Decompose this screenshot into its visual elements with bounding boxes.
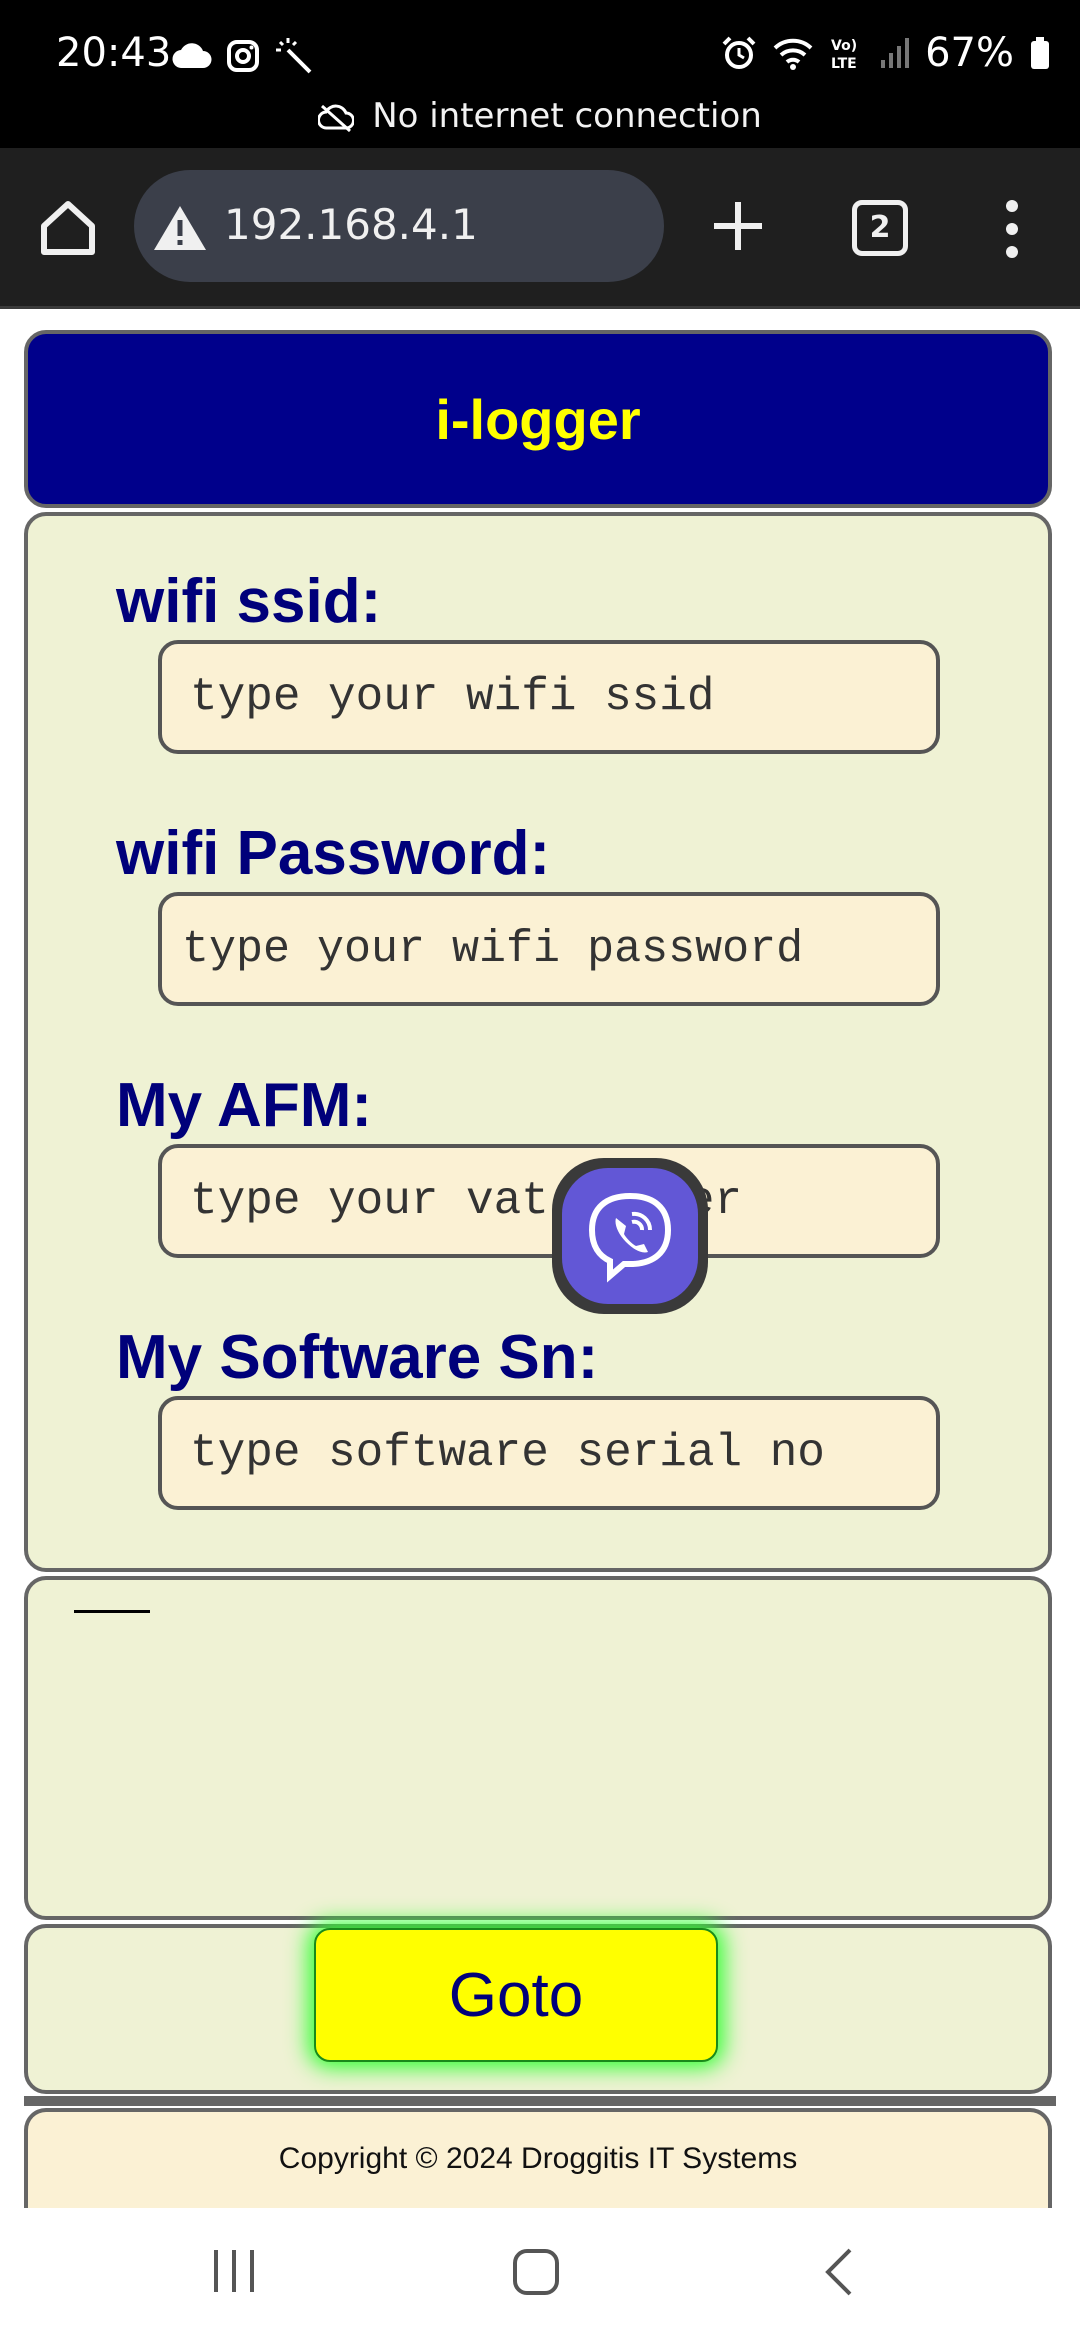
tabs-button[interactable]: 2 [852,200,908,256]
system-nav-bar [0,2208,1080,2340]
viber-icon[interactable] [562,1168,698,1304]
wifi-ssid-input[interactable] [158,640,940,754]
volte-icon: Vo) LTE [831,38,857,71]
status-bar: 20:43 Vo) LTE 67% No internet connection [0,0,1080,148]
wifi-password-label: wifi Password: [116,819,551,888]
connection-notice: No internet connection [0,96,1080,136]
afm-input[interactable] [158,1144,940,1258]
url-text[interactable]: 192.168.4.1 [224,200,478,249]
footer-divider [24,2096,1056,2106]
cloud-off-icon [318,104,355,132]
output-cursor [74,1610,150,1613]
goto-button[interactable]: Goto [314,1928,718,2062]
wifi-password-input[interactable] [158,892,940,1006]
status-time: 20:43 [56,30,172,76]
battery-icon [1031,37,1049,69]
home-nav-icon[interactable] [512,2248,560,2296]
browser-toolbar: 192.168.4.1 2 [0,148,1080,309]
recents-icon[interactable] [212,2248,256,2294]
svg-text:Vo): Vo) [831,38,857,54]
copyright-text: Copyright © 2024 Droggitis IT Systems [278,2142,798,2175]
battery-percent: 67% [925,30,1014,76]
output-area [24,1576,1052,1920]
status-right-icons: Vo) LTE 67% [721,30,1050,76]
svg-text:LTE: LTE [831,56,857,71]
software-sn-input[interactable] [158,1396,940,1510]
viber-chat-bubble[interactable] [552,1158,708,1314]
magic-wand-icon [276,38,312,74]
footer: Copyright © 2024 Droggitis IT Systems [24,2108,1052,2208]
instagram-icon [227,40,259,72]
alarm-icon [722,36,756,69]
status-left-icons [172,36,314,76]
warning-icon[interactable] [152,204,208,252]
more-vert-icon[interactable] [1000,196,1024,262]
wifi-icon [773,38,813,70]
back-icon[interactable] [822,2246,856,2298]
page-header: i-logger [24,330,1052,508]
afm-label: My AFM: [116,1071,372,1140]
cloud-icon [172,43,212,69]
page-title: i-logger [435,387,641,451]
connection-notice-text: No internet connection [372,96,762,136]
signal-icon [881,38,910,68]
address-bar[interactable]: 192.168.4.1 [134,170,664,282]
software-sn-label: My Software Sn: [116,1323,599,1392]
wifi-ssid-label: wifi ssid: [116,567,382,636]
plus-icon[interactable] [706,194,770,258]
home-icon[interactable] [36,196,100,260]
